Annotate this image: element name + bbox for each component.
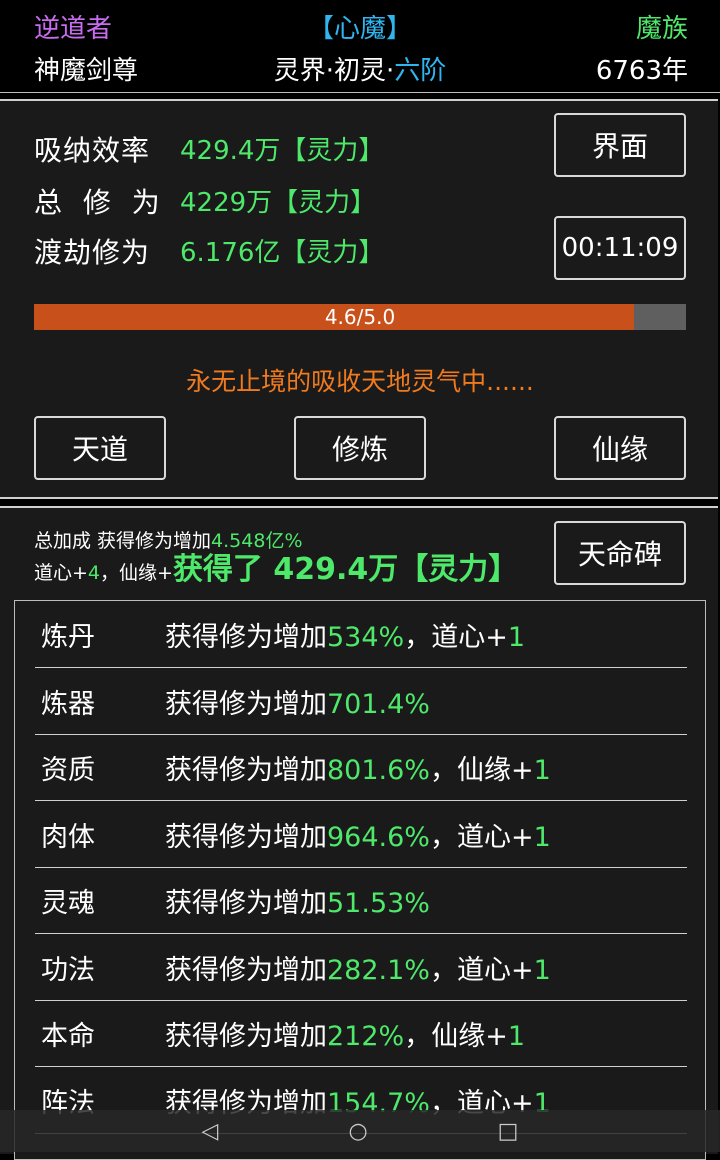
cultivation-panel: 吸纳效率 429.4万【灵力】 总 修 为 4229万【灵力】 渡劫修为 6.1… [0,99,718,499]
tiandao-button[interactable]: 天道 [34,416,166,480]
list-item-desc-text: 获得修为增加 [165,622,327,653]
list-item-extra: ，道心+ [429,954,534,986]
list-item-name: 本命 [41,1021,95,1052]
list-item-desc: 获得修为增加51.53% [165,881,430,920]
list-item-desc: 获得修为增加534%，道心+1 [165,615,525,654]
daoxin-value: 4 [87,562,101,584]
xianyuan-bonus-label: ，仙缘+ [100,562,173,584]
cultivate-button[interactable]: 修炼 [294,416,426,480]
list-item[interactable]: 炼器 获得修为增加701.4% [35,668,687,735]
list-item-desc-text: 获得修为增加 [165,821,327,853]
daoxin-label: 道心+ [34,562,88,584]
recent-apps-icon[interactable]: □ [498,1119,519,1144]
gain-text: 获得了 429.4万【灵力】 [172,552,519,587]
list-item-percent: 51.53% [327,888,430,919]
tribulation-label: 渡劫修为 [34,236,151,269]
list-item-name: 炼丹 [41,622,95,653]
heart-demon-status: 【心魔】 [307,14,412,44]
rate-label: 吸纳效率 [34,134,151,167]
list-item-desc: 获得修为增加801.6%，仙缘+1 [165,748,551,787]
list-item-name: 功法 [41,954,95,986]
home-icon[interactable]: ○ [348,1119,367,1144]
interface-button[interactable]: 界面 [554,113,686,177]
list-item-name: 炼器 [41,688,95,720]
list-item-desc: 获得修为增加701.4% [165,682,430,721]
system-navbar: ◁ ○ □ [0,1110,720,1152]
race-label: 魔族 [635,14,688,44]
tianmingbei-button[interactable]: 天命碑 [554,521,686,585]
list-item-desc-text: 获得修为增加 [165,688,327,720]
list-item-name: 资质 [41,755,95,786]
age-label: 6763年 [595,56,688,86]
bonus-items-list[interactable]: 炼丹 获得修为增加534%，道心+1 炼器 获得修为增加701.4% 资质 获得修为增加8… [14,600,706,1160]
list-item-extra-value: 1 [533,954,551,986]
xianyuan-button[interactable]: 仙缘 [554,416,686,480]
rate-value: 429.4万【灵力】 [180,136,385,166]
list-item-percent: 282.1% [327,954,430,986]
list-item-desc-text: 获得修为增加 [165,954,327,986]
cultivation-progress-bar: 4.6/5.0 [34,304,686,330]
list-item-extra-value: 1 [507,1021,526,1052]
list-item-extra-value: 1 [533,755,551,786]
realm-prefix: 灵界·初灵· [273,56,395,86]
list-item[interactable]: 炼丹 获得修为增加534%，道心+1 [35,601,687,668]
list-item-percent: 801.6% [327,755,430,786]
header-divider [0,92,720,93]
list-item-percent: 212% [327,1021,405,1052]
tribulation-value: 6.176亿【灵力】 [180,238,385,268]
list-item-desc: 获得修为增加282.1%，道心+1 [165,948,551,987]
list-item-extra-value: 1 [507,622,526,653]
list-item-desc: 获得修为增加964.6%，道心+1 [165,815,551,854]
list-item-percent: 534% [327,622,405,653]
list-item-extra: ，道心+ [429,821,534,853]
realm-stage: 六阶 [394,56,447,86]
progress-text: 4.6/5.0 [324,305,396,329]
list-item[interactable]: 肉体 获得修为增加964.6%，道心+1 [35,801,687,868]
list-item-name: 肉体 [41,821,95,853]
list-item-percent: 964.6% [327,821,430,853]
list-item-desc-text: 获得修为增加 [165,1021,327,1052]
list-item-name: 灵魂 [41,888,95,919]
total-label: 总 修 为 [34,186,166,219]
status-message: 永无止境的吸收天地灵气中...... [186,367,534,396]
list-item-desc-text: 获得修为增加 [165,888,327,919]
list-item[interactable]: 灵魂 获得修为增加51.53% [35,867,687,934]
list-item-extra: ，道心+ [404,622,508,653]
list-item-extra: ，仙缘+ [429,755,534,786]
gain-line: 道心+4，仙缘+获得了 429.4万【灵力】 [34,544,518,588]
list-item-desc-text: 获得修为增加 [165,755,327,786]
list-item[interactable]: 本命 获得修为增加212%，仙缘+1 [35,1000,687,1067]
timer-display[interactable]: 00:11:09 [554,216,686,280]
back-icon[interactable]: ◁ [202,1119,219,1144]
list-item[interactable]: 资质 获得修为增加801.6%，仙缘+1 [35,734,687,801]
total-value: 4229万【灵力】 [180,188,377,218]
list-item-desc: 获得修为增加212%，仙缘+1 [165,1014,525,1053]
list-item-percent: 701.4% [327,688,430,720]
list-item-extra: ，仙缘+ [404,1021,508,1052]
list-item-extra-value: 1 [533,821,551,853]
list-item[interactable]: 功法 获得修为增加282.1%，道心+1 [35,934,687,1001]
